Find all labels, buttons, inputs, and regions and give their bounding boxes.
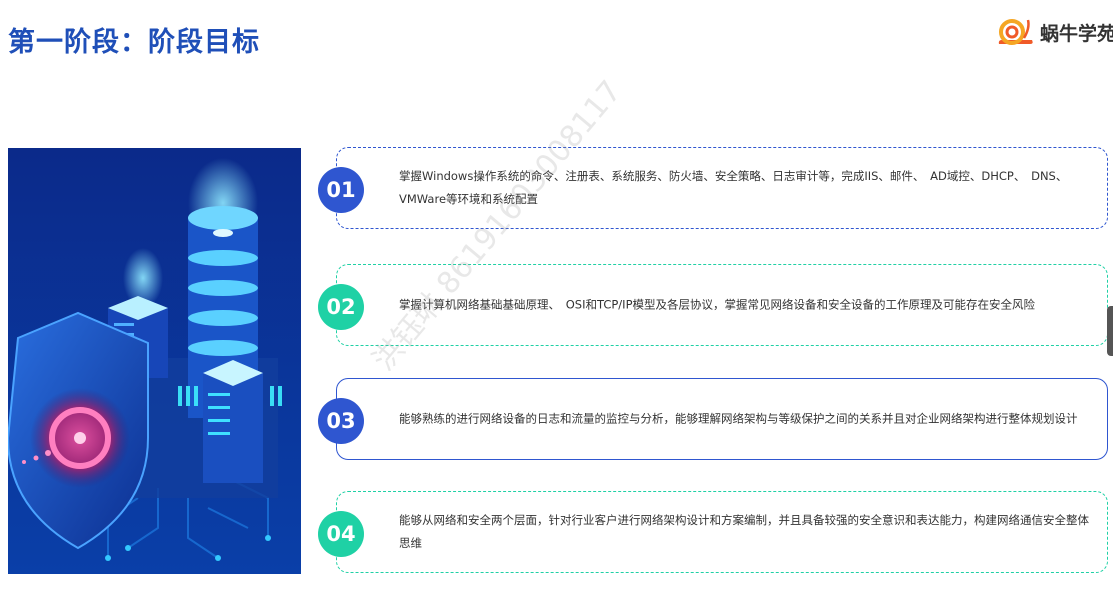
- goal-description: 能够熟练的进行网络设备的日志和流量的监控与分析，能够理解网络架构与等级保护之间的…: [399, 411, 1078, 426]
- goal-number-badge: 04: [318, 511, 364, 557]
- hero-illustration: [8, 148, 301, 574]
- logo-text: 蜗牛学苑: [1040, 22, 1113, 45]
- goal-item-01: 01 掌握Windows操作系统的命令、注册表、系统服务、防火墙、安全策略、日志…: [318, 147, 1108, 229]
- goal-item-03: 03 能够熟练的进行网络设备的日志和流量的监控与分析，能够理解网络架构与等级保护…: [318, 378, 1108, 460]
- page-title: 第一阶段：阶段目标: [8, 27, 260, 58]
- goal-number-badge: 03: [318, 398, 364, 444]
- side-scroll-tab[interactable]: [1107, 306, 1113, 356]
- goal-description: 掌握计算机网络基础基础原理、 OSI和TCP/IP模型及各层协议，掌握常见网络设…: [399, 297, 1036, 312]
- brand-logo: 蜗牛学苑: [996, 14, 1113, 50]
- goal-description: 掌握Windows操作系统的命令、注册表、系统服务、防火墙、安全策略、日志审计等…: [399, 169, 1068, 206]
- goal-number-badge: 02: [318, 284, 364, 330]
- goal-description: 能够从网络和安全两个层面，针对行业客户进行网络架构设计和方案编制，并且具备较强的…: [399, 513, 1089, 550]
- goal-item-04: 04 能够从网络和安全两个层面，针对行业客户进行网络架构设计和方案编制，并且具备…: [318, 491, 1108, 573]
- goal-number-badge: 01: [318, 167, 364, 213]
- snail-logo-icon: [998, 19, 1033, 45]
- goal-item-02: 02 掌握计算机网络基础基础原理、 OSI和TCP/IP模型及各层协议，掌握常见…: [318, 264, 1108, 346]
